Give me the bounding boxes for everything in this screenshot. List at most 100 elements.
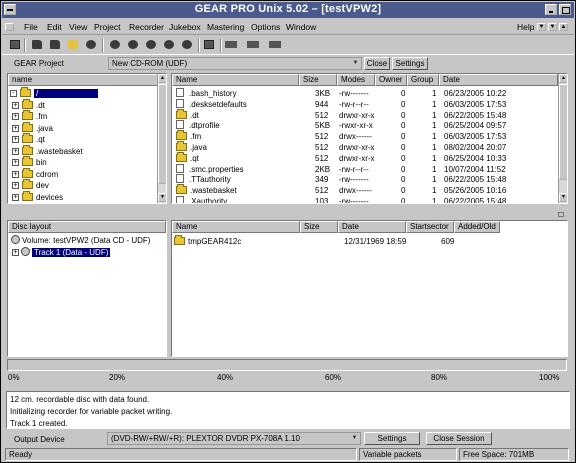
eject-icon[interactable] bbox=[224, 38, 238, 51]
tree-item[interactable]: .dt bbox=[22, 98, 45, 111]
file-row[interactable]: .dtprofile 5KB -rwxr-xr-x 0 1 06/25/2004 09:5… bbox=[172, 120, 557, 131]
scroll-thumb[interactable] bbox=[158, 84, 166, 184]
log-panel[interactable]: 12 cm. recordable disc with data found. … bbox=[6, 391, 570, 429]
col-header-date[interactable]: Date bbox=[439, 74, 558, 86]
output-settings-button[interactable]: Settings bbox=[364, 432, 420, 445]
save-icon[interactable] bbox=[84, 38, 98, 51]
tree-item[interactable]: .wastebasket bbox=[22, 144, 83, 157]
scroll-up-icon[interactable]: ▲ bbox=[559, 74, 567, 83]
tree-item[interactable]: cdrom bbox=[22, 167, 58, 180]
tree-expander-icon[interactable]: + bbox=[12, 113, 19, 120]
tree-expander-icon[interactable]: + bbox=[12, 101, 19, 109]
file-row[interactable]: .qt 512 drwxr-xr-x 0 1 06/25/2004 10:33 bbox=[172, 151, 557, 164]
menu-view[interactable]: View bbox=[69, 22, 87, 32]
file-size: 512 bbox=[315, 153, 329, 163]
file-modes: -rw------- bbox=[339, 197, 369, 204]
disc-4-icon[interactable] bbox=[162, 38, 176, 51]
scroll-down-icon[interactable]: ▼ bbox=[158, 193, 166, 202]
menu-jukebox[interactable]: Jukebox bbox=[169, 22, 201, 32]
scroll-down-icon[interactable]: ▼ bbox=[559, 193, 567, 202]
toolbar bbox=[2, 36, 574, 54]
disc-col-header-size[interactable]: Size bbox=[300, 221, 338, 233]
disc-2-icon[interactable] bbox=[126, 38, 140, 51]
menu-help[interactable]: Help bbox=[517, 22, 534, 32]
tree-item[interactable]: / bbox=[20, 87, 99, 99]
open-folder-icon[interactable] bbox=[30, 38, 44, 51]
col-header-size[interactable]: Size bbox=[299, 74, 337, 86]
tree-expander-icon[interactable]: + bbox=[12, 124, 19, 132]
settings-icon[interactable] bbox=[246, 38, 260, 51]
col-header-owner[interactable]: Owner bbox=[375, 74, 407, 86]
tree-item[interactable]: .fm bbox=[22, 110, 47, 122]
scroll-thumb[interactable] bbox=[559, 84, 567, 180]
output-device-select[interactable]: (DVD-RW/+RW/+R): PLEXTOR DVDR PX-708A 1.… bbox=[107, 432, 361, 445]
disc-file-row[interactable]: tmpGEAR412c 12/31/1969 18:59 609 bbox=[172, 235, 567, 247]
file-row[interactable]: .TTauthority 349 -rw------- 0 1 06/22/2005 15… bbox=[172, 174, 557, 185]
col-header-group[interactable]: Group bbox=[407, 74, 439, 86]
file-size: 512 bbox=[315, 186, 329, 196]
menu-edit[interactable]: Edit bbox=[47, 22, 62, 32]
project-type-select[interactable]: New CD-ROM (UDF) ▼ bbox=[108, 57, 362, 70]
mdi-close-button[interactable]: ▲ bbox=[559, 23, 568, 31]
tree-header[interactable]: name bbox=[8, 74, 158, 86]
close-session-button[interactable]: Close Session bbox=[426, 432, 492, 445]
mdi-restore-button[interactable]: ▼ bbox=[548, 23, 557, 31]
file-row[interactable]: .wastebasket 512 drwx------ 0 1 05/26/2005 10… bbox=[172, 184, 557, 196]
file-row[interactable]: .desksetdefaults 944 -rw-r--r-- 0 1 06/03/200… bbox=[172, 98, 557, 110]
tree-expander-icon[interactable]: + bbox=[12, 159, 19, 166]
tree-expander-icon[interactable]: + bbox=[12, 193, 19, 201]
file-row[interactable]: .java 512 drwxr-xr-x 0 1 08/02/2004 20:07 bbox=[172, 141, 557, 153]
files-scrollbar[interactable]: ▲ ▼ bbox=[558, 74, 567, 203]
disc-1-icon[interactable] bbox=[108, 38, 122, 51]
scroll-up-icon[interactable]: ▲ bbox=[158, 74, 166, 83]
horizontal-splitter[interactable] bbox=[7, 206, 568, 210]
mdi-minimize-button[interactable]: ▼ bbox=[537, 23, 546, 31]
menu-mastering[interactable]: Mastering bbox=[207, 22, 244, 32]
disc-5-icon[interactable] bbox=[180, 38, 194, 51]
menu-window[interactable]: Window bbox=[286, 22, 316, 32]
tree-scrollbar[interactable]: ▲ ▼ bbox=[157, 74, 166, 203]
disc-col-header-startsector[interactable]: Startsector bbox=[406, 221, 454, 233]
tree-item[interactable]: dev bbox=[22, 179, 49, 191]
open-folder-2-icon[interactable] bbox=[48, 38, 62, 51]
menu-recorder[interactable]: Recorder bbox=[129, 22, 164, 32]
tree-expander-icon[interactable]: + bbox=[12, 170, 19, 178]
file-row[interactable]: .Xauthority 103 -rw------- 0 1 06/22/2005 15:… bbox=[172, 196, 557, 204]
disc-3-icon[interactable] bbox=[144, 38, 158, 51]
tree-expander-icon[interactable]: + bbox=[12, 136, 19, 143]
maximize-button[interactable] bbox=[559, 4, 571, 15]
col-header-name[interactable]: Name bbox=[172, 74, 299, 86]
folder-icon bbox=[22, 156, 33, 166]
splitter-handle[interactable] bbox=[558, 212, 564, 217]
project-settings-button[interactable]: Settings bbox=[392, 57, 428, 70]
tree-expander-icon[interactable]: + bbox=[12, 182, 19, 189]
open-folder-yellow-icon[interactable] bbox=[66, 38, 80, 51]
disc-col-header-added[interactable]: Added/Old bbox=[454, 221, 500, 233]
tree-expander-icon[interactable]: - bbox=[10, 90, 17, 97]
tree-item[interactable]: devices bbox=[22, 190, 63, 203]
col-header-modes[interactable]: Modes bbox=[337, 74, 375, 86]
track-node[interactable]: Track 1 (Data - UDF) bbox=[21, 247, 111, 258]
tree-item[interactable]: bin bbox=[22, 156, 47, 168]
volume-node[interactable]: Volume: testVPW2 (Data CD - UDF) bbox=[11, 235, 150, 246]
fold-gear-icon[interactable] bbox=[8, 38, 22, 51]
tree-item[interactable]: .java bbox=[22, 121, 53, 134]
close-project-button[interactable]: Close bbox=[364, 57, 390, 70]
app-menu-icon[interactable] bbox=[5, 23, 14, 31]
track-expander-icon[interactable]: + bbox=[12, 249, 19, 256]
file-row[interactable]: .smc.properties 2KB -rw-r--r-- 0 1 10/07/2004… bbox=[172, 163, 557, 175]
tree-expander-icon[interactable]: + bbox=[12, 147, 19, 155]
menu-project[interactable]: Project bbox=[94, 22, 120, 32]
file-row[interactable]: .dt 512 drwxr-xr-x 0 1 06/22/2005 15:48 bbox=[172, 108, 557, 121]
menu-options[interactable]: Options bbox=[251, 22, 280, 32]
minimize-button[interactable] bbox=[545, 4, 557, 15]
file-row[interactable]: .bash_history 3KB -rw------- 0 1 06/23/2005 1… bbox=[172, 88, 557, 99]
info-icon[interactable] bbox=[268, 38, 282, 51]
disc-col-header-date[interactable]: Date bbox=[338, 221, 406, 233]
file-row[interactable]: .fm 512 drwx------ 0 1 06/03/2005 17:53 bbox=[172, 130, 557, 142]
stop-icon[interactable] bbox=[202, 38, 216, 51]
tree-item[interactable]: .qt bbox=[22, 133, 45, 145]
disc-layout-header[interactable]: Disc layout bbox=[8, 221, 166, 233]
menu-file[interactable]: File bbox=[24, 22, 38, 32]
disc-col-header-name[interactable]: Name bbox=[172, 221, 300, 233]
